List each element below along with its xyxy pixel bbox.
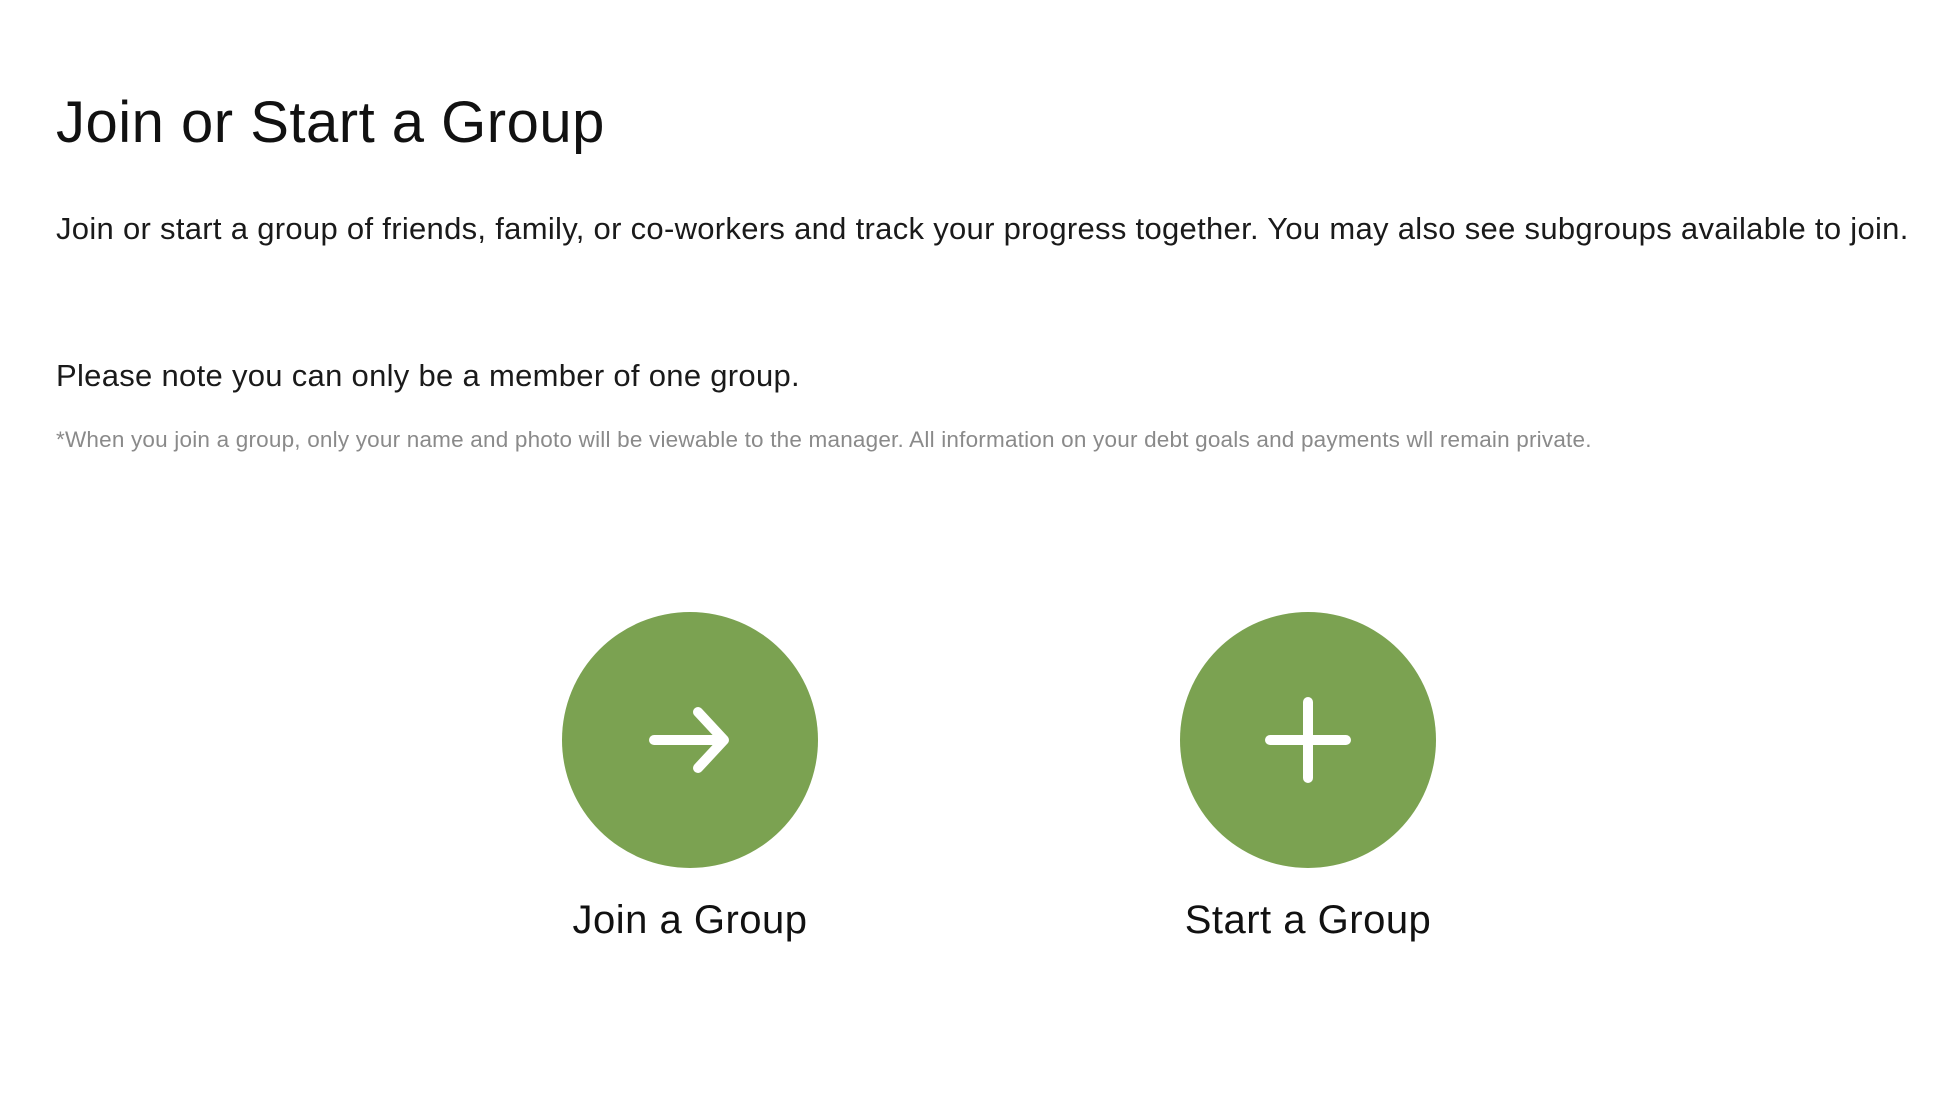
plus-icon [1265, 697, 1351, 783]
join-group-label[interactable]: Join a Group [572, 894, 807, 946]
start-group-button[interactable]: Start a Group [1158, 612, 1458, 946]
intro-text: Join or start a group of friends, family… [56, 211, 1909, 246]
join-group-button[interactable]: Join a Group [540, 612, 840, 946]
start-group-circle[interactable] [1180, 612, 1436, 868]
start-group-label[interactable]: Start a Group [1185, 894, 1432, 946]
privacy-disclaimer: *When you join a group, only your name a… [56, 427, 1592, 452]
membership-note: Please note you can only be a member of … [56, 358, 800, 393]
join-group-circle[interactable] [562, 612, 818, 868]
arrow-right-icon [649, 707, 729, 773]
page-title: Join or Start a Group [56, 90, 605, 155]
